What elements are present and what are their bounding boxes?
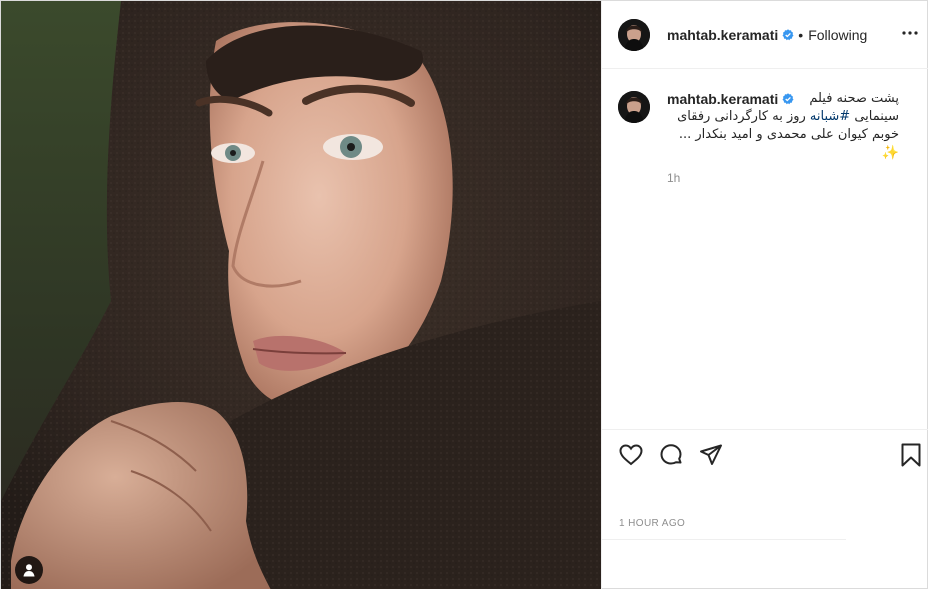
bookmark-icon[interactable]: [898, 442, 924, 468]
post-dialog: mahtab.keramati • Following mahtab.keram…: [0, 0, 928, 589]
comment-age[interactable]: 1h: [667, 171, 899, 185]
post-header: mahtab.keramati • Following: [602, 1, 928, 69]
paper-plane-icon[interactable]: [698, 442, 724, 468]
heart-icon[interactable]: [618, 442, 644, 468]
caption-line-2-prefix: سینمایی: [850, 109, 899, 124]
caption-comment: mahtab.keramati پشت صحنه فیلم سینمایی #ش…: [618, 91, 918, 185]
hashtag-link[interactable]: #شبانه: [810, 109, 850, 124]
avatar-image: [618, 18, 650, 51]
post-photo[interactable]: [1, 1, 601, 589]
avatar-image: [618, 91, 650, 123]
caption-line-3: خوبم کیوان علی محمدی و امید بنکدار ...: [678, 127, 899, 142]
more-options-icon: [902, 31, 918, 35]
post-sidebar: mahtab.keramati • Following mahtab.keram…: [601, 1, 928, 589]
comment-bubble-icon[interactable]: [658, 442, 684, 468]
avatar[interactable]: [618, 18, 650, 51]
username-link[interactable]: mahtab.keramati: [667, 27, 778, 43]
post-timestamp[interactable]: 1 HOUR AGO: [619, 518, 685, 529]
user-tag-button[interactable]: [15, 556, 43, 584]
separator-dot: •: [798, 26, 804, 43]
verified-badge-icon: [782, 28, 794, 40]
more-options-button[interactable]: [900, 23, 920, 43]
action-bar: [602, 429, 928, 479]
comment-body: mahtab.keramati پشت صحنه فیلم سینمایی #ش…: [667, 91, 899, 185]
user-tag-icon: [23, 564, 35, 577]
verified-badge-icon: [782, 93, 794, 105]
caption-line-2-suffix: روز به کارگردانی رفقای: [677, 109, 810, 124]
avatar[interactable]: [618, 91, 650, 123]
comment-username[interactable]: mahtab.keramati: [667, 91, 778, 107]
sparkles-emoji: ✨: [881, 145, 899, 161]
add-comment-area[interactable]: [602, 539, 846, 589]
photo-illustration: [1, 1, 601, 589]
following-button[interactable]: Following: [808, 27, 867, 43]
